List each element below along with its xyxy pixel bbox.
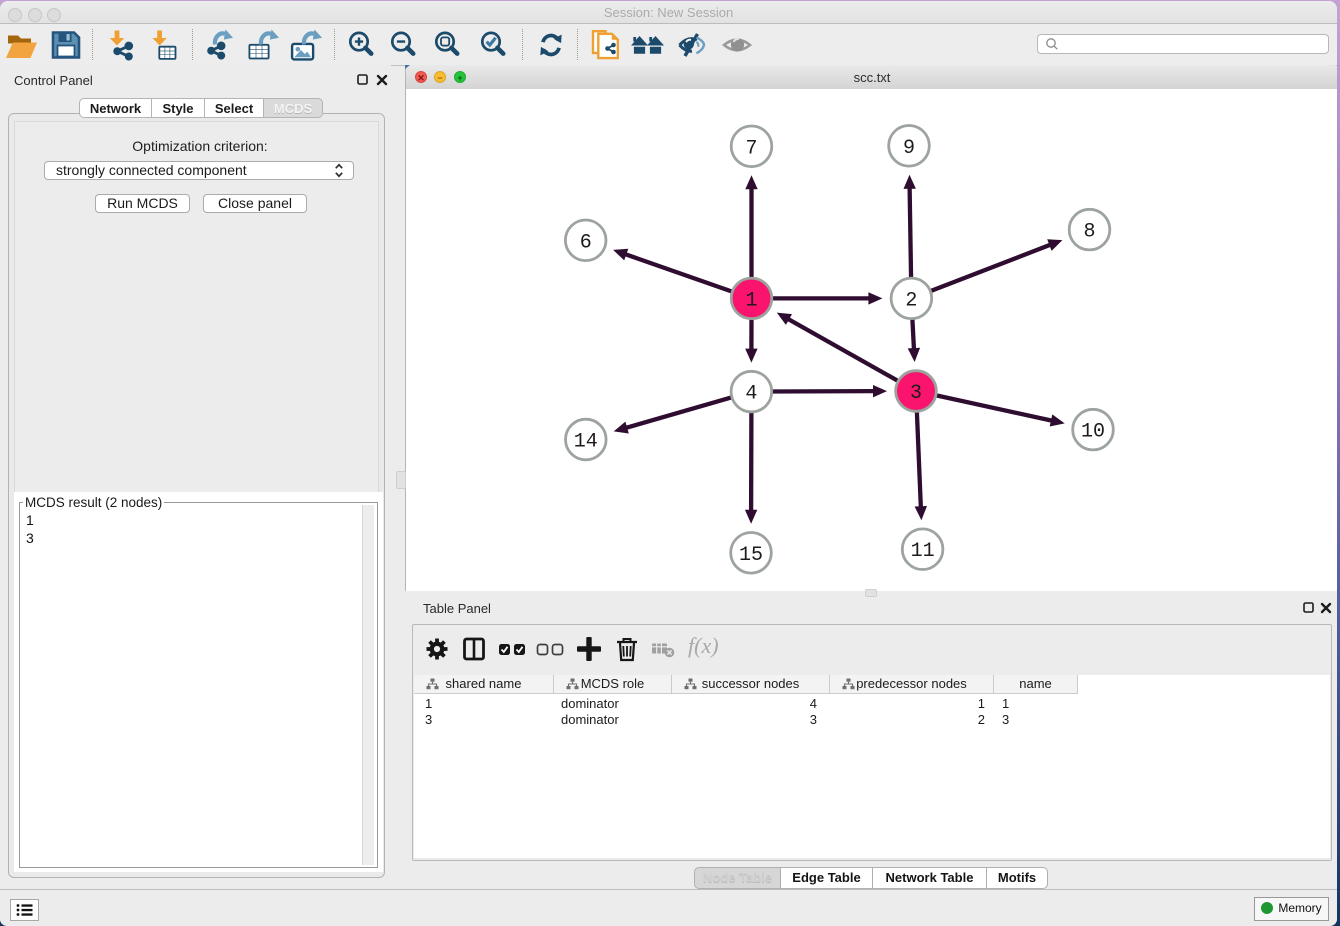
svg-text:3: 3: [910, 382, 922, 405]
svg-text:6: 6: [580, 231, 592, 254]
svg-text:4: 4: [745, 383, 757, 406]
svg-text:15: 15: [739, 544, 763, 567]
svg-text:10: 10: [1081, 421, 1105, 444]
svg-text:7: 7: [745, 137, 757, 160]
svg-text:14: 14: [574, 431, 598, 454]
svg-text:8: 8: [1083, 221, 1095, 244]
svg-text:11: 11: [911, 540, 935, 563]
svg-text:2: 2: [905, 289, 917, 312]
svg-text:9: 9: [903, 137, 915, 160]
svg-text:1: 1: [745, 289, 757, 312]
